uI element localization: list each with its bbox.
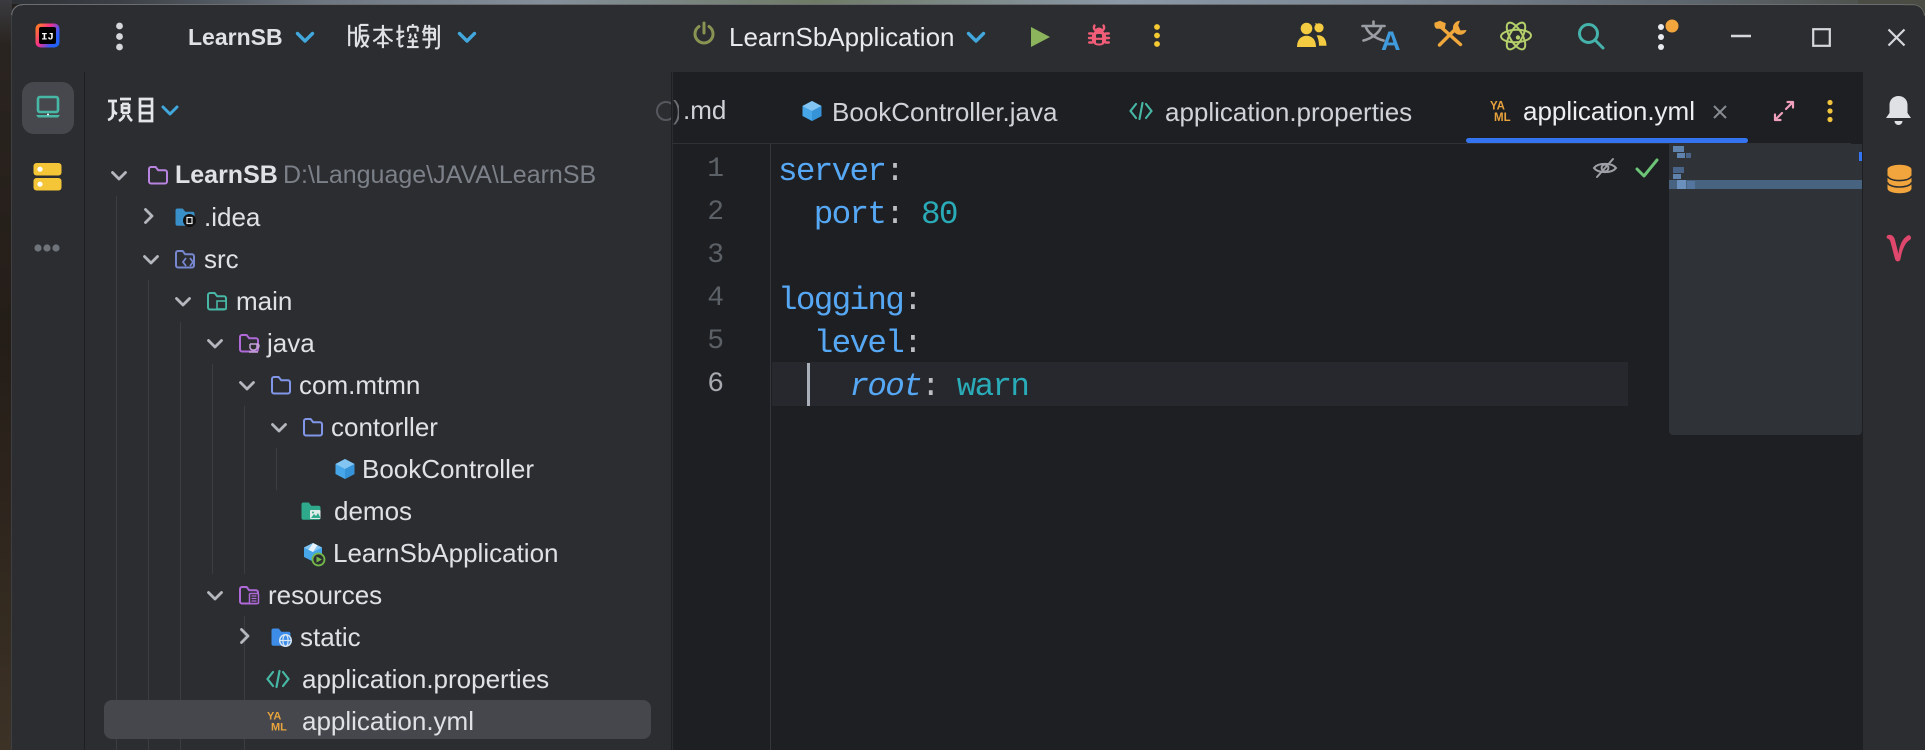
svg-text:IJ: IJ: [41, 32, 54, 44]
svg-text:ML: ML: [1494, 112, 1511, 124]
svg-text:ML: ML: [271, 722, 287, 734]
svg-text:A: A: [1381, 26, 1401, 51]
svg-text:YA: YA: [1490, 101, 1505, 113]
